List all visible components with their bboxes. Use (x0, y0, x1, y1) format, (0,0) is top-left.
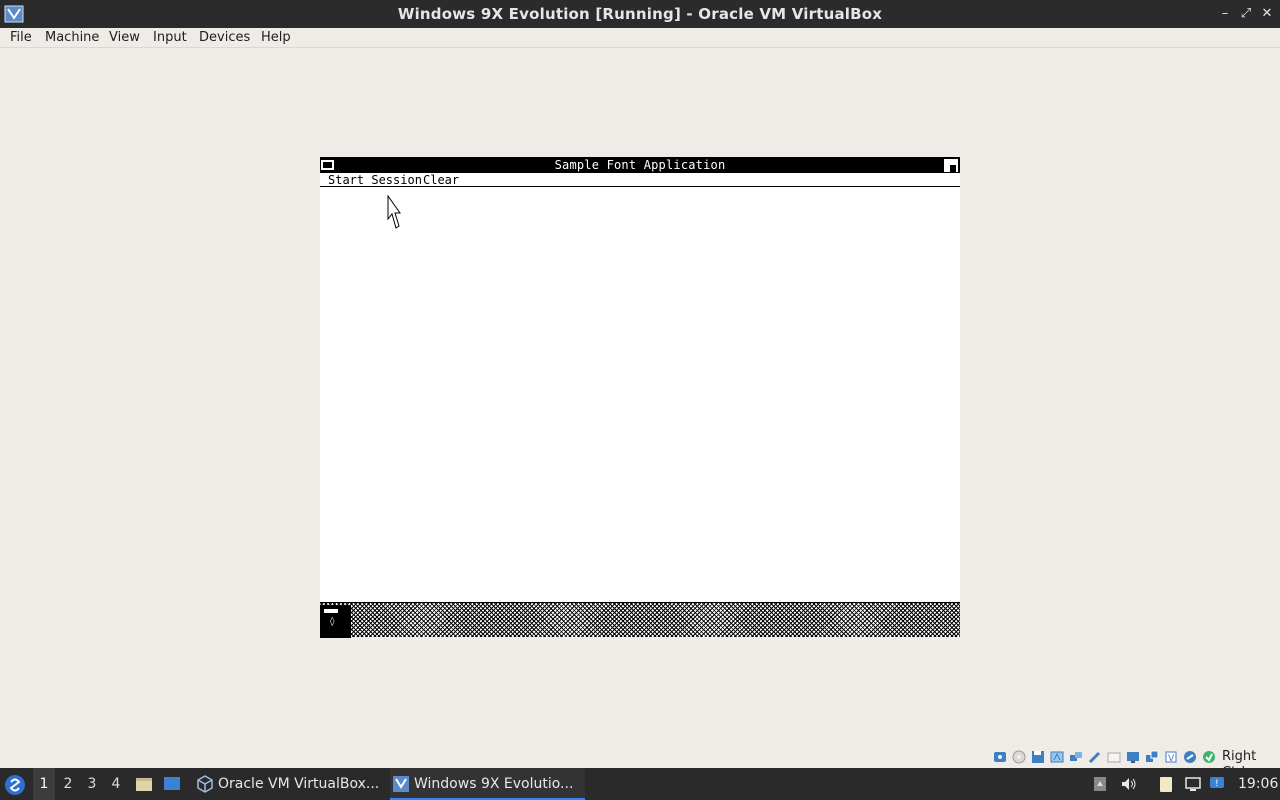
window-titlebar[interactable]: Windows 9X Evolution [Running] - Oracle … (0, 0, 1280, 28)
notification-icon[interactable]: ! (1209, 775, 1227, 793)
guest-minimized-app-icon[interactable] (320, 605, 351, 638)
virtualbox-cube-icon (197, 775, 213, 793)
menu-help[interactable]: Help (259, 29, 293, 47)
task-label: Windows 9X Evolutio... (414, 776, 574, 792)
window-title: Windows 9X Evolution [Running] - Oracle … (397, 5, 883, 23)
usb-icon[interactable] (1087, 749, 1103, 765)
display-icon[interactable] (1125, 749, 1141, 765)
guest-menu-bar: Start Session Clear (320, 173, 960, 187)
menu-input[interactable]: Input (151, 29, 189, 47)
keyboard-icon[interactable] (1201, 749, 1217, 765)
guest-maximize-icon[interactable] (944, 159, 958, 172)
network-icon[interactable] (1068, 749, 1084, 765)
guest-client-area[interactable] (320, 188, 960, 602)
menu-machine[interactable]: Machine (43, 29, 101, 47)
guest-menu-start-session[interactable]: Start Session (328, 173, 422, 187)
cpu-icon[interactable]: V (1163, 749, 1179, 765)
guest-system-menu-icon[interactable] (321, 160, 334, 170)
mouse-integration-icon[interactable] (1182, 749, 1198, 765)
workspace-4[interactable]: 4 (105, 768, 127, 800)
shared-folders-icon[interactable] (1106, 749, 1122, 765)
volume-icon[interactable] (1120, 775, 1138, 793)
workspace-1[interactable]: 1 (33, 768, 55, 800)
clock[interactable]: 19:06 (1238, 768, 1278, 800)
network-tray-icon[interactable] (1184, 775, 1202, 793)
vm-window-icon (393, 776, 409, 792)
mouse-pointer-icon (387, 195, 401, 229)
task-virtualbox-manager[interactable]: Oracle VM VirtualBox... (194, 768, 384, 800)
restore-icon[interactable]: ⤢ (1237, 5, 1255, 23)
status-bar: V Right Ctrl (0, 746, 1280, 780)
start-menu-icon[interactable] (4, 774, 26, 796)
menu-file[interactable]: File (8, 29, 34, 47)
task-label: Oracle VM VirtualBox... (218, 776, 380, 792)
task-windows-9x-evolution[interactable]: Windows 9X Evolutio... (390, 768, 585, 800)
audio-icon[interactable] (1049, 749, 1065, 765)
workspace-2[interactable]: 2 (57, 768, 79, 800)
minimize-icon[interactable]: – (1216, 5, 1234, 23)
clipboard-icon[interactable] (1157, 775, 1175, 793)
eject-icon[interactable] (1091, 775, 1109, 793)
menu-view[interactable]: View (107, 29, 142, 47)
guest-window-title: Sample Font Application (320, 157, 960, 173)
desktop-icon[interactable] (163, 775, 181, 793)
menu-devices[interactable]: Devices (197, 29, 252, 47)
guest-menu-clear[interactable]: Clear (423, 173, 459, 187)
desktop-taskbar: 1 2 3 4 Oracle VM VirtualBox... Windows … (0, 768, 1280, 800)
video-capture-icon[interactable] (1144, 749, 1160, 765)
svg-text:V: V (1168, 754, 1175, 764)
file-manager-icon[interactable] (135, 775, 153, 793)
guest-screen[interactable]: Sample Font Application Start Session Cl… (320, 157, 960, 638)
workspace-3[interactable]: 3 (81, 768, 103, 800)
optical-drive-icon[interactable] (1011, 749, 1027, 765)
floppy-icon[interactable] (1030, 749, 1046, 765)
svg-text:!: ! (1215, 779, 1219, 789)
close-icon[interactable]: ✕ (1258, 5, 1276, 23)
guest-icon-area (320, 602, 960, 638)
hard-disk-icon[interactable] (992, 749, 1008, 765)
menu-bar: File Machine View Input Devices Help (0, 28, 1280, 48)
